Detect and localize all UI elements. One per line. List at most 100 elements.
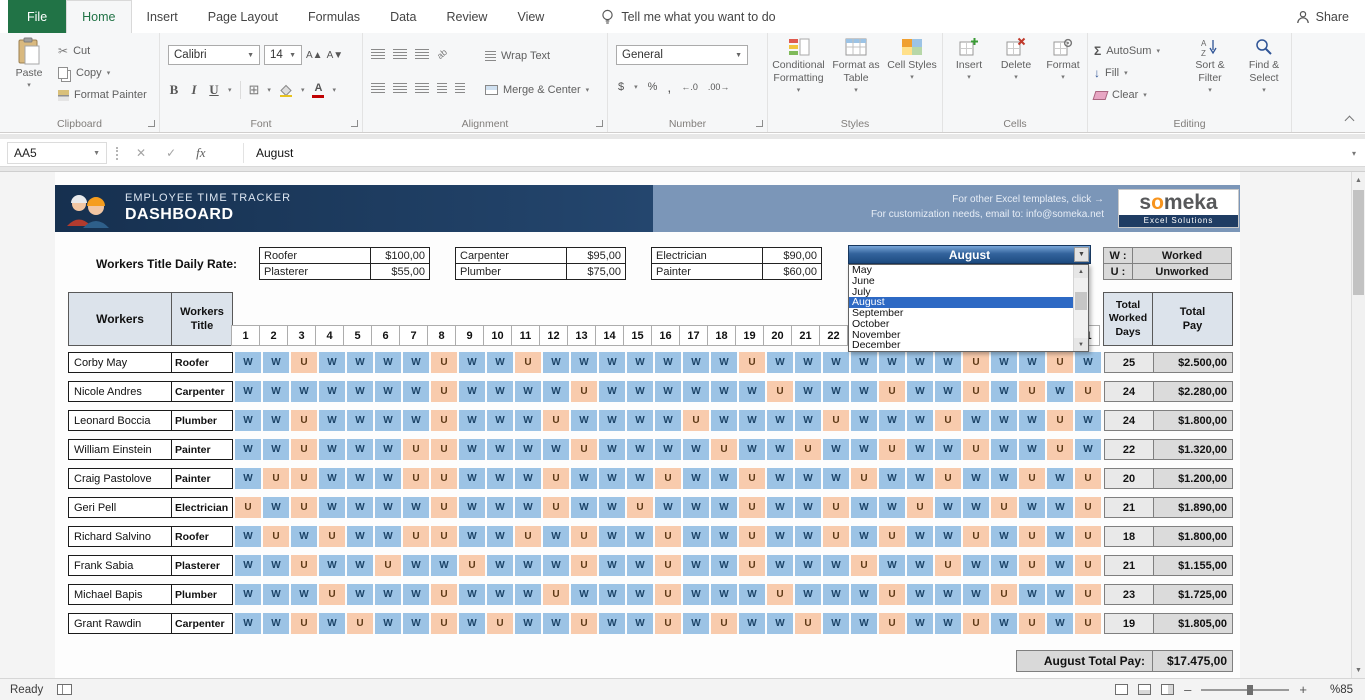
day-cell[interactable]: W: [683, 555, 709, 576]
day-cell[interactable]: U: [431, 352, 457, 373]
day-cell[interactable]: W: [599, 613, 625, 634]
day-cell[interactable]: U: [655, 468, 681, 489]
scroll-thumb[interactable]: [1075, 292, 1087, 310]
day-cell[interactable]: W: [375, 584, 401, 605]
day-cell[interactable]: W: [627, 613, 653, 634]
tab-view[interactable]: View: [502, 0, 559, 33]
day-cell[interactable]: W: [991, 410, 1017, 431]
day-cell[interactable]: U: [711, 439, 737, 460]
worker-title-cell[interactable]: Carpenter: [171, 381, 233, 402]
tab-insert[interactable]: Insert: [132, 0, 193, 33]
day-cell[interactable]: W: [403, 555, 429, 576]
day-cell[interactable]: W: [907, 468, 933, 489]
day-cell[interactable]: W: [711, 352, 737, 373]
day-cell[interactable]: W: [459, 613, 485, 634]
day-cell[interactable]: U: [319, 584, 345, 605]
day-cell[interactable]: W: [375, 468, 401, 489]
day-cell[interactable]: W: [347, 497, 373, 518]
day-cell[interactable]: W: [683, 352, 709, 373]
day-cell[interactable]: W: [235, 468, 261, 489]
borders-button[interactable]: ⊞: [249, 82, 260, 98]
day-cell[interactable]: U: [627, 497, 653, 518]
day-cell[interactable]: W: [767, 410, 793, 431]
rate-title-cell[interactable]: Plasterer: [259, 263, 371, 280]
day-cell[interactable]: W: [1075, 410, 1101, 431]
rate-value-cell[interactable]: $75,00: [566, 263, 626, 280]
day-cell[interactable]: U: [739, 352, 765, 373]
day-cell[interactable]: W: [263, 381, 289, 402]
day-cell[interactable]: W: [319, 410, 345, 431]
day-cell[interactable]: U: [767, 584, 793, 605]
day-cell[interactable]: U: [963, 613, 989, 634]
day-cell[interactable]: W: [739, 381, 765, 402]
tab-file[interactable]: File: [8, 0, 66, 33]
day-cell[interactable]: W: [571, 468, 597, 489]
day-cell[interactable]: W: [851, 352, 877, 373]
day-cell[interactable]: W: [459, 352, 485, 373]
page-break-view-button[interactable]: [1161, 684, 1174, 695]
month-option[interactable]: October: [849, 319, 1073, 330]
align-center-button[interactable]: [393, 83, 407, 93]
cut-button[interactable]: ✂Cut: [58, 40, 147, 62]
day-cell[interactable]: W: [683, 526, 709, 547]
day-cell[interactable]: U: [879, 613, 905, 634]
day-cell[interactable]: W: [907, 352, 933, 373]
decrease-font-button[interactable]: A▼: [327, 50, 344, 61]
day-cell[interactable]: U: [515, 526, 541, 547]
tab-page-layout[interactable]: Page Layout: [193, 0, 293, 33]
day-header-cell[interactable]: 21: [791, 325, 820, 346]
day-cell[interactable]: W: [375, 613, 401, 634]
formula-bar-splitter[interactable]: [116, 147, 118, 160]
number-dialog-launcher[interactable]: [756, 120, 763, 127]
day-cell[interactable]: U: [851, 555, 877, 576]
day-cell[interactable]: U: [739, 497, 765, 518]
rate-title-cell[interactable]: Carpenter: [455, 247, 567, 264]
clear-button[interactable]: Clear▾: [1094, 84, 1160, 106]
day-cell[interactable]: U: [235, 497, 261, 518]
day-cell[interactable]: W: [1047, 584, 1073, 605]
day-cell[interactable]: U: [711, 613, 737, 634]
month-option[interactable]: November: [849, 330, 1073, 341]
day-cell[interactable]: U: [1047, 439, 1073, 460]
day-cell[interactable]: W: [1075, 352, 1101, 373]
month-option[interactable]: May: [849, 265, 1073, 276]
day-cell[interactable]: W: [879, 410, 905, 431]
day-cell[interactable]: W: [907, 613, 933, 634]
worker-title-cell[interactable]: Electrician: [171, 497, 233, 518]
day-cell[interactable]: W: [515, 410, 541, 431]
day-cell[interactable]: W: [543, 613, 569, 634]
day-cell[interactable]: W: [963, 468, 989, 489]
day-cell[interactable]: W: [991, 526, 1017, 547]
day-cell[interactable]: W: [487, 555, 513, 576]
day-cell[interactable]: U: [291, 410, 317, 431]
day-cell[interactable]: W: [711, 555, 737, 576]
font-family-select[interactable]: Calibri▼: [168, 45, 260, 65]
tab-review[interactable]: Review: [431, 0, 502, 33]
rate-title-cell[interactable]: Electrician: [651, 247, 763, 264]
day-cell[interactable]: W: [347, 410, 373, 431]
day-cell[interactable]: W: [487, 439, 513, 460]
day-cell[interactable]: U: [879, 584, 905, 605]
day-cell[interactable]: U: [795, 613, 821, 634]
day-cell[interactable]: W: [543, 555, 569, 576]
day-cell[interactable]: W: [655, 497, 681, 518]
worker-name-cell[interactable]: William Einstein: [68, 439, 172, 460]
day-cell[interactable]: W: [1047, 468, 1073, 489]
day-cell[interactable]: U: [851, 468, 877, 489]
day-cell[interactable]: W: [935, 526, 961, 547]
fill-button[interactable]: ↓Fill▾: [1094, 62, 1160, 84]
day-cell[interactable]: W: [515, 497, 541, 518]
day-cell[interactable]: W: [795, 584, 821, 605]
day-cell[interactable]: U: [1019, 613, 1045, 634]
day-cell[interactable]: W: [347, 526, 373, 547]
day-cell[interactable]: W: [627, 381, 653, 402]
day-cell[interactable]: W: [767, 468, 793, 489]
day-cell[interactable]: W: [375, 439, 401, 460]
day-cell[interactable]: W: [599, 381, 625, 402]
rate-title-cell[interactable]: Painter: [651, 263, 763, 280]
zoom-slider[interactable]: [1201, 689, 1289, 691]
day-cell[interactable]: W: [347, 439, 373, 460]
day-cell[interactable]: W: [991, 352, 1017, 373]
day-cell[interactable]: W: [1075, 439, 1101, 460]
day-cell[interactable]: W: [235, 439, 261, 460]
